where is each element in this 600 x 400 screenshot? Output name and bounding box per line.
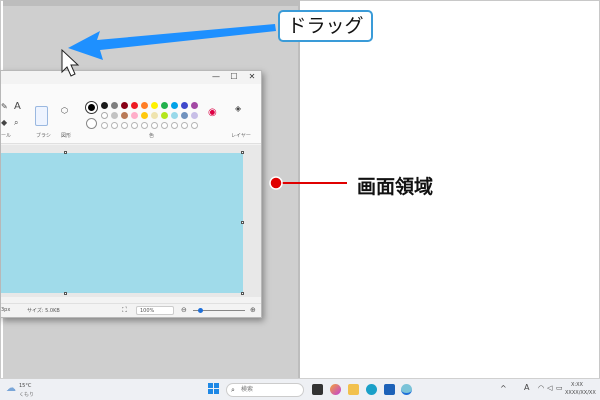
search-input[interactable]: ⌕ 検索 — [226, 383, 304, 397]
tools-label: ール — [1, 133, 12, 139]
color-swatch[interactable] — [131, 102, 138, 109]
weather-desc[interactable]: くもり — [19, 391, 34, 398]
current-color[interactable] — [86, 102, 97, 113]
custom-color-slot[interactable] — [121, 122, 128, 129]
resize-handle[interactable] — [241, 221, 244, 224]
color-swatch[interactable] — [121, 102, 128, 109]
color-swatch[interactable] — [181, 102, 188, 109]
color-swatch[interactable] — [161, 102, 168, 109]
color-swatch[interactable] — [101, 112, 108, 119]
task-view-icon[interactable] — [312, 384, 323, 395]
zoom-in-icon[interactable]: ⊕ — [250, 306, 256, 314]
color-swatch[interactable] — [131, 112, 138, 119]
custom-color-slot[interactable] — [171, 122, 178, 129]
layers-label: レイヤー — [231, 133, 251, 139]
wifi-icon[interactable]: ◠ — [538, 384, 544, 392]
start-icon[interactable] — [208, 383, 220, 395]
color-swatch[interactable] — [141, 112, 148, 119]
resize-handle[interactable] — [241, 151, 244, 154]
canvas-size-text: 3px — [1, 307, 11, 313]
color-swatch[interactable] — [121, 112, 128, 119]
chevron-up-icon[interactable]: ^ — [500, 384, 507, 393]
file-explorer-icon[interactable] — [348, 384, 359, 395]
text-tool-icon[interactable]: A — [14, 101, 21, 112]
minimize-button[interactable]: — — [207, 71, 225, 83]
color-swatch[interactable] — [101, 102, 108, 109]
brush-button[interactable] — [35, 106, 48, 126]
cloud-icon[interactable]: ☁ — [6, 383, 16, 394]
taskbar: ☁ 15°C くもり ⌕ 検索 ^ A ◠ ◁ ▭ X:XX XXXX/XX/X… — [0, 378, 600, 400]
color-swatch[interactable] — [181, 112, 188, 119]
shapes-icon[interactable]: ⬡ — [61, 106, 68, 115]
drawing-canvas[interactable] — [1, 153, 243, 293]
zoom-out-icon[interactable]: ⊖ — [181, 306, 187, 314]
screen-top-edge — [3, 0, 300, 6]
custom-color-slot[interactable] — [101, 122, 108, 129]
color-wheel-icon[interactable]: ◉ — [208, 107, 217, 118]
shapes-label: 図形 — [61, 133, 72, 139]
color-swatch[interactable] — [111, 102, 118, 109]
fit-icon[interactable]: ⛶ — [122, 306, 127, 315]
copilot-icon[interactable] — [330, 384, 341, 395]
edge-icon[interactable] — [366, 384, 377, 395]
file-size-text: サイズ: 5.0KB — [27, 308, 60, 314]
color-swatch[interactable] — [141, 102, 148, 109]
color-swatch[interactable] — [191, 112, 198, 119]
drag-callout: ドラッグ — [278, 10, 373, 42]
close-button[interactable]: ✕ — [243, 71, 261, 83]
layers-icon[interactable]: ◈ — [235, 104, 241, 113]
battery-icon[interactable]: ▭ — [556, 384, 563, 392]
color-swatch[interactable] — [161, 112, 168, 119]
resize-handle[interactable] — [241, 292, 244, 295]
maximize-button[interactable]: ☐ — [225, 71, 243, 83]
paint-app-icon[interactable] — [401, 384, 412, 395]
custom-color-slot[interactable] — [111, 122, 118, 129]
language-indicator[interactable]: A — [524, 383, 529, 392]
fill-icon[interactable]: ◆ — [1, 118, 7, 127]
screen-area-callout: 画面領域 — [357, 176, 434, 198]
custom-color-slot[interactable] — [161, 122, 168, 129]
resize-handle[interactable] — [64, 151, 67, 154]
secondary-color[interactable] — [86, 118, 97, 129]
custom-color-slot[interactable] — [141, 122, 148, 129]
zoom-select[interactable]: 100% — [136, 306, 174, 315]
custom-color-slot[interactable] — [131, 122, 138, 129]
store-icon[interactable] — [384, 384, 395, 395]
search-placeholder: 検索 — [241, 386, 254, 393]
color-swatch[interactable] — [191, 102, 198, 109]
custom-color-slot[interactable] — [151, 122, 158, 129]
title-bar[interactable]: — ☐ ✕ — [1, 71, 261, 83]
volume-icon[interactable]: ◁ — [547, 384, 552, 392]
clock-time[interactable]: X:XX — [571, 382, 583, 388]
colors-label: 色 — [149, 133, 155, 139]
color-swatch[interactable] — [151, 102, 158, 109]
color-swatch[interactable] — [171, 102, 178, 109]
search-icon: ⌕ — [231, 386, 235, 394]
zoom-slider-thumb[interactable] — [198, 308, 203, 313]
magnifier-icon[interactable]: ⌕ — [14, 118, 18, 128]
custom-color-slot[interactable] — [181, 122, 188, 129]
resize-handle[interactable] — [64, 292, 67, 295]
color-swatch[interactable] — [151, 112, 158, 119]
weather-temp[interactable]: 15°C — [19, 383, 31, 389]
pencil-icon[interactable]: ✎ — [1, 102, 8, 111]
color-swatch[interactable] — [171, 112, 178, 119]
clock-date[interactable]: XXXX/XX/XX — [565, 390, 596, 396]
color-swatch[interactable] — [111, 112, 118, 119]
status-bar: 3px サイズ: 5.0KB ⛶ 100% ⊖ ⊕ — [1, 303, 261, 317]
custom-color-slot[interactable] — [191, 122, 198, 129]
brush-label: ブラシ — [36, 133, 51, 139]
canvas-area — [1, 145, 261, 297]
